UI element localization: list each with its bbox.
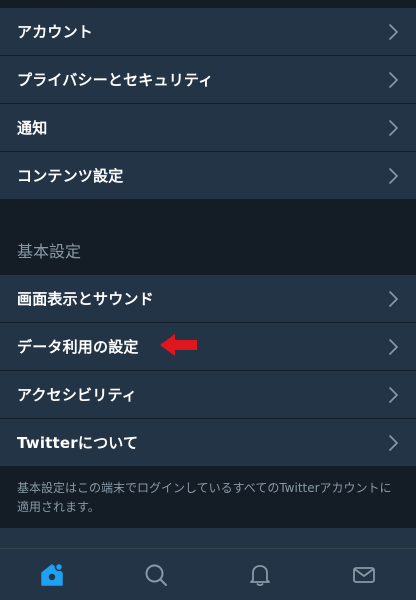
tab-home[interactable] (22, 555, 82, 595)
section-title: 基本設定 (17, 242, 82, 261)
settings-item-label: データ利用の設定 (17, 338, 139, 356)
section-header-basic: 基本設定 (0, 200, 416, 275)
settings-footnote: 基本設定はこの端末でログインしているすべてのTwitterアカウントに適用されま… (0, 467, 416, 528)
settings-group-basic: 画面表示とサウンド データ利用の設定 アクセシビリティ Twitterについて (0, 275, 416, 467)
chevron-right-icon (389, 338, 398, 355)
settings-item-display-sound[interactable]: 画面表示とサウンド (0, 275, 416, 323)
chevron-right-icon (389, 119, 398, 136)
bell-icon (250, 564, 270, 586)
settings-item-data-usage[interactable]: データ利用の設定 (0, 323, 416, 371)
chevron-right-icon (389, 71, 398, 88)
mail-icon (353, 566, 375, 583)
settings-item-label: コンテンツ設定 (17, 167, 124, 185)
tab-messages[interactable] (334, 555, 394, 595)
settings-item-privacy[interactable]: プライバシーとセキュリティ (0, 56, 416, 104)
settings-item-notifications[interactable]: 通知 (0, 104, 416, 152)
top-spacer (0, 0, 416, 8)
settings-item-label: アカウント (17, 23, 94, 41)
settings-group-account: アカウント プライバシーとセキュリティ 通知 コンテンツ設定 (0, 8, 416, 200)
settings-item-label: プライバシーとセキュリティ (17, 71, 214, 89)
chevron-right-icon (389, 23, 398, 40)
chevron-right-icon (389, 386, 398, 403)
tab-notifications[interactable] (230, 555, 290, 595)
settings-item-account[interactable]: アカウント (0, 8, 416, 56)
annotation-arrow-icon (160, 334, 197, 356)
search-icon (145, 564, 167, 586)
settings-item-accessibility[interactable]: アクセシビリティ (0, 371, 416, 419)
tab-bar (0, 548, 416, 600)
chevron-right-icon (389, 434, 398, 451)
settings-item-content[interactable]: コンテンツ設定 (0, 152, 416, 200)
settings-item-label: アクセシビリティ (17, 386, 137, 404)
chevron-right-icon (389, 290, 398, 307)
settings-item-label: 画面表示とサウンド (17, 290, 154, 308)
chevron-right-icon (389, 167, 398, 184)
home-icon (41, 562, 64, 586)
settings-item-about[interactable]: Twitterについて (0, 419, 416, 467)
tab-search[interactable] (126, 555, 186, 595)
settings-item-label: Twitterについて (17, 434, 139, 452)
settings-item-label: 通知 (17, 119, 48, 137)
